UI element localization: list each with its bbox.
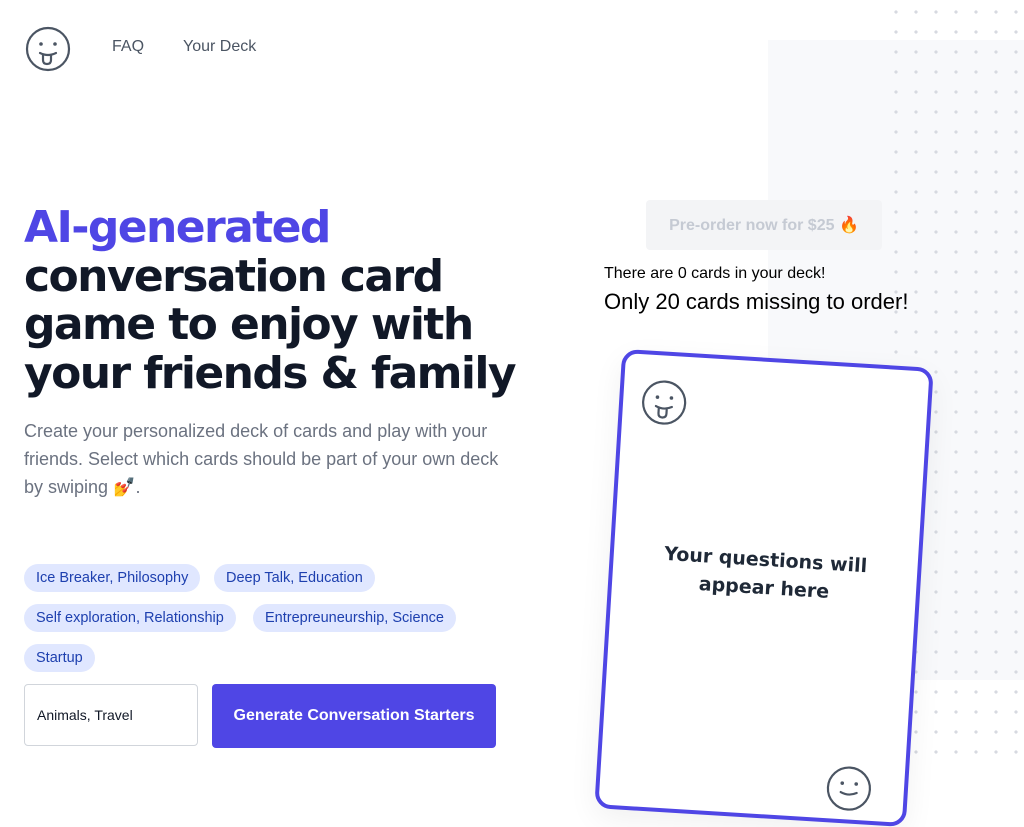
- preorder-button[interactable]: Pre-order now for $25 🔥: [646, 200, 882, 250]
- card-placeholder-text: Your questions will appear here: [663, 542, 868, 603]
- tag-ice-breaker-philosophy[interactable]: Ice Breaker, Philosophy: [24, 564, 201, 592]
- hero-title: AI-generated conversation card game to e…: [24, 202, 544, 399]
- tag-entrepreneurship-science[interactable]: Entrepreuneurship, Science: [253, 604, 456, 632]
- deck-missing-text: Only 20 cards missing to order!: [604, 289, 909, 314]
- card-face-icon-top: [640, 378, 689, 427]
- tag-self-exploration-relationship[interactable]: Self exploration, Relationship: [24, 604, 236, 632]
- nav-your-deck-link[interactable]: Your Deck: [183, 38, 256, 56]
- generate-conversation-starters-button[interactable]: Generate Conversation Starters: [212, 684, 496, 748]
- deck-count-text: There are 0 cards in your deck!: [604, 265, 826, 282]
- card-face-icon-bottom: [825, 764, 874, 813]
- tag-startup[interactable]: Startup: [24, 644, 95, 672]
- topic-input[interactable]: [24, 684, 198, 746]
- hero-subtitle: Create your personalized deck of cards a…: [24, 421, 499, 497]
- swipe-card[interactable]: Your questions will appear here: [594, 348, 934, 827]
- hero-title-accent: AI-generated: [24, 202, 331, 253]
- nav-faq-link[interactable]: FAQ: [112, 38, 144, 56]
- logo-icon[interactable]: [25, 26, 71, 72]
- tag-deep-talk-education[interactable]: Deep Talk, Education: [214, 564, 375, 592]
- hero-title-rest: conversation card game to enjoy with you…: [24, 250, 517, 399]
